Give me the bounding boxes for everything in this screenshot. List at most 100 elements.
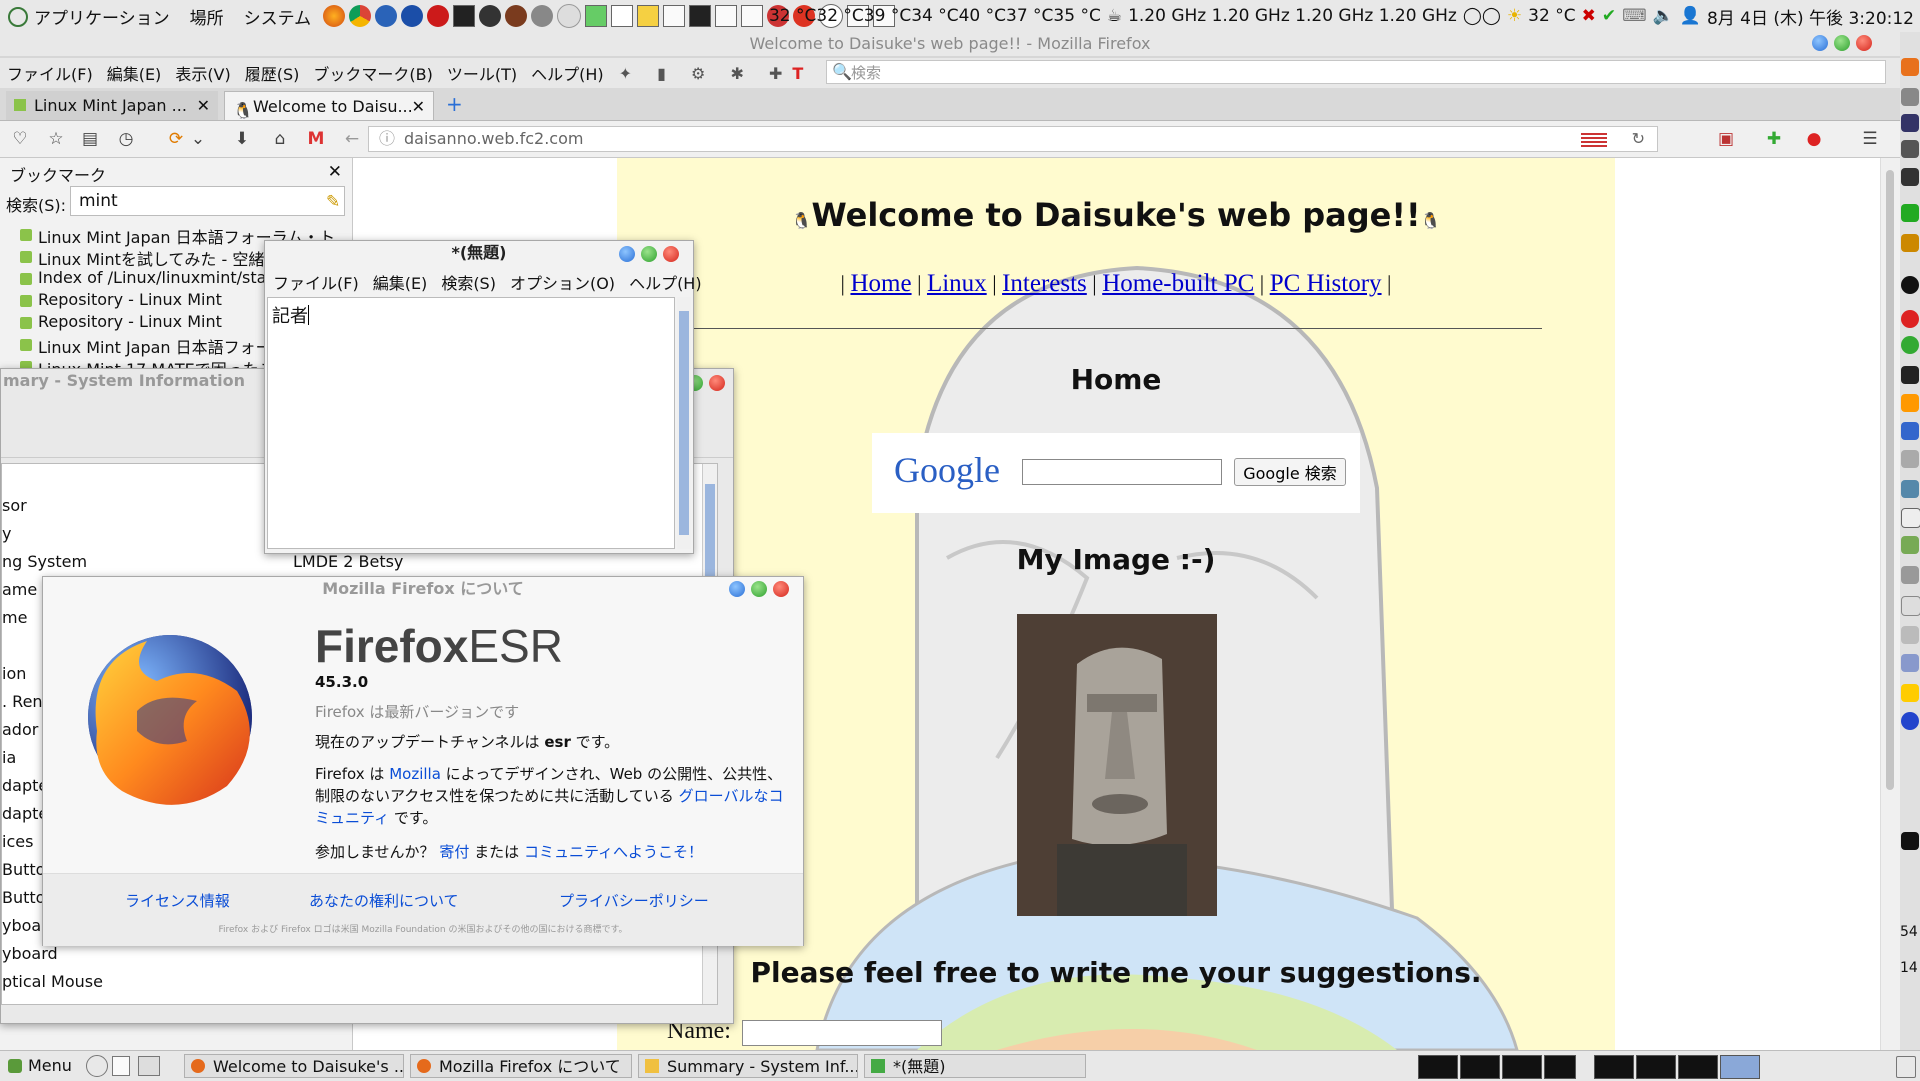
- dock-app-icon[interactable]: [1901, 566, 1919, 584]
- tree-scroll-thumb[interactable]: [705, 484, 715, 584]
- trash-icon[interactable]: [1896, 1056, 1916, 1078]
- minimize-button[interactable]: [729, 581, 745, 597]
- reading-list-icon[interactable]: ▤: [80, 129, 100, 149]
- close-button[interactable]: [1856, 35, 1872, 51]
- dock-app-icon[interactable]: [1901, 88, 1919, 106]
- dock-app-icon[interactable]: [1901, 626, 1919, 644]
- dock-app-icon[interactable]: [1901, 654, 1919, 672]
- taskbar-item-editor[interactable]: *(無題): [864, 1054, 1086, 1078]
- clock[interactable]: 8月 4日 (木) 午後 3:20:12: [1707, 4, 1914, 29]
- jd-launcher-icon[interactable]: [453, 5, 476, 27]
- dock-app-icon[interactable]: [1901, 366, 1919, 384]
- menu-view[interactable]: 表示(V): [168, 61, 237, 85]
- tree-row[interactable]: ptical Mouse: [2, 972, 103, 991]
- maximize-button[interactable]: [751, 581, 767, 597]
- dock-app-icon[interactable]: [1901, 276, 1919, 294]
- menu-bookmarks[interactable]: ブックマーク(B): [306, 61, 439, 85]
- clear-search-icon[interactable]: ✎: [326, 192, 340, 212]
- dock-app-icon[interactable]: [1901, 832, 1919, 850]
- download-icon[interactable]: ⬇: [232, 129, 252, 149]
- dock-app-icon[interactable]: [1901, 114, 1919, 132]
- tree-row[interactable]: ame: [2, 580, 37, 599]
- taskbar-item-system-info[interactable]: Summary - System Inf...: [638, 1054, 858, 1078]
- history-icon[interactable]: ◷: [116, 129, 136, 149]
- tab-linux-mint[interactable]: Linux Mint Japan ... ✕: [6, 91, 218, 120]
- workspace-6[interactable]: [1636, 1055, 1676, 1079]
- file-launcher-icon[interactable]: [663, 5, 686, 27]
- bookmark-star-icon[interactable]: ☆: [46, 129, 66, 149]
- workspace-5[interactable]: [1594, 1055, 1634, 1079]
- editor-menu-help[interactable]: ヘルプ(H): [629, 270, 702, 294]
- bookmark-item[interactable]: Index of /Linux/linuxmint/stab: [20, 268, 277, 287]
- system-menu[interactable]: システム: [234, 4, 322, 29]
- calc-launcher-icon[interactable]: [741, 5, 764, 27]
- editor-menu-options[interactable]: オプション(O): [510, 270, 615, 294]
- editor-scroll-thumb[interactable]: [679, 311, 689, 535]
- nav-link-interests[interactable]: Interests: [1002, 270, 1087, 297]
- files-icon[interactable]: [138, 1056, 160, 1076]
- dock-app-icon[interactable]: [1901, 508, 1920, 528]
- terminal-icon[interactable]: [112, 1056, 130, 1076]
- minimize-button[interactable]: [1812, 35, 1828, 51]
- dock-app-icon[interactable]: [1901, 310, 1919, 328]
- tree-row[interactable]: Butto: [2, 860, 45, 879]
- nav-link-home[interactable]: Home: [850, 270, 911, 297]
- tab-welcome[interactable]: 🐧 Welcome to Daisu... ✕: [224, 91, 434, 120]
- dock-app-icon[interactable]: [1901, 140, 1919, 158]
- tab-close-icon[interactable]: ✕: [412, 92, 425, 120]
- license-link[interactable]: ライセンス情報: [125, 890, 230, 911]
- taskbar-item-firefox[interactable]: Welcome to Daisuke's ...: [184, 1054, 404, 1078]
- workspace-7[interactable]: [1678, 1055, 1718, 1079]
- dock-app-icon[interactable]: [1901, 450, 1919, 468]
- workspace-4[interactable]: [1544, 1055, 1576, 1079]
- workspace-8[interactable]: [1720, 1055, 1760, 1079]
- edit-launcher-icon[interactable]: [585, 5, 608, 27]
- workspace-2[interactable]: [1460, 1055, 1500, 1079]
- dock-app-icon[interactable]: [1901, 168, 1919, 186]
- maximize-button[interactable]: [1834, 35, 1850, 51]
- tree-row[interactable]: ador: [2, 720, 38, 739]
- dock-app-icon[interactable]: [1901, 422, 1919, 440]
- tree-row[interactable]: yboar: [2, 916, 48, 935]
- rights-link[interactable]: あなたの権利について: [309, 890, 459, 911]
- menu-history[interactable]: 履歴(S): [238, 61, 307, 85]
- dock-app-icon[interactable]: [1901, 336, 1919, 354]
- maximize-button[interactable]: [641, 246, 657, 262]
- menu-file[interactable]: ファイル(F): [0, 61, 100, 85]
- google-search-input[interactable]: [1022, 459, 1222, 485]
- hamburger-menu-icon[interactable]: ☰: [1860, 129, 1880, 149]
- start-menu-button[interactable]: Menu: [6, 1054, 72, 1078]
- gmail-icon[interactable]: M: [306, 129, 326, 149]
- keyboard-icon[interactable]: ⌨: [1622, 6, 1647, 26]
- url-bar[interactable]: ⓘ daisanno.web.fc2.com ↻: [368, 126, 1658, 152]
- show-desktop-icon[interactable]: [86, 1055, 108, 1077]
- close-button[interactable]: [773, 581, 789, 597]
- join-community-link[interactable]: コミュニティへようこそ！: [524, 843, 703, 861]
- error-icon[interactable]: ✖: [1582, 6, 1596, 26]
- app-launcher-icon[interactable]: [479, 5, 502, 27]
- tree-row[interactable]: sor: [2, 496, 27, 515]
- scroll-thumb[interactable]: [1886, 170, 1894, 790]
- bookmark-item[interactable]: Linux Mint Japan 日本語フォー: [20, 334, 272, 358]
- network-launcher-icon[interactable]: [531, 5, 554, 27]
- editor-menu-edit[interactable]: 編集(E): [373, 270, 428, 294]
- minimize-button[interactable]: [619, 246, 635, 262]
- volume-icon[interactable]: 🔈: [1653, 6, 1674, 26]
- tab-close-icon[interactable]: ✕: [197, 91, 210, 120]
- sidebar-search-input[interactable]: mint: [70, 186, 345, 216]
- tree-row[interactable]: ia: [2, 748, 16, 767]
- terminal-launcher-icon[interactable]: [689, 5, 712, 27]
- notes-launcher-icon[interactable]: [637, 5, 660, 27]
- editor-scrollbar[interactable]: [677, 297, 691, 549]
- new-tab-button[interactable]: +: [446, 92, 463, 116]
- donate-link[interactable]: 寄付: [439, 843, 469, 861]
- tree-row[interactable]: yboard: [2, 944, 58, 963]
- dock-app-icon[interactable]: [1901, 204, 1919, 222]
- editor-menu-search[interactable]: 検索(S): [441, 270, 496, 294]
- pocket-icon[interactable]: ♡: [10, 129, 30, 149]
- nav-link-home-built-pc[interactable]: Home-built PC: [1102, 270, 1254, 297]
- tree-row[interactable]: ion: [2, 664, 26, 683]
- home-icon[interactable]: ⌂: [270, 129, 290, 149]
- menu-tools[interactable]: ツール(T): [440, 61, 524, 85]
- shield-icon[interactable]: ✔: [1602, 6, 1616, 26]
